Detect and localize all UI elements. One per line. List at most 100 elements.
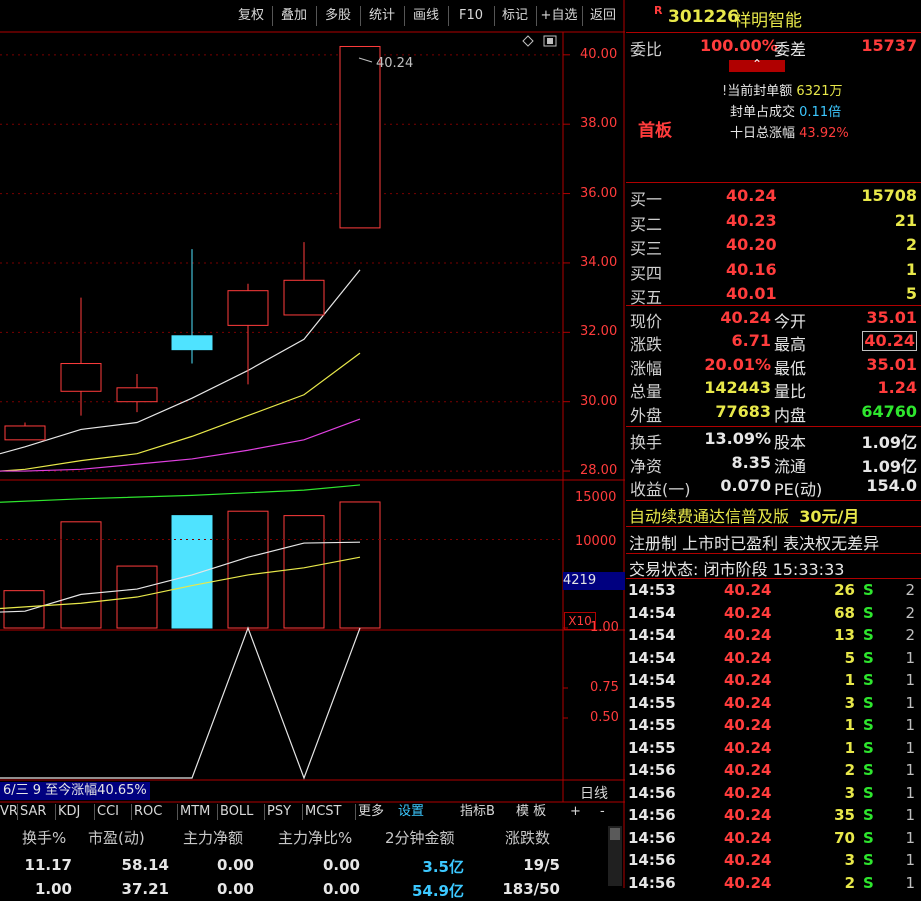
- tick-count: 1: [905, 851, 915, 869]
- quote-label-2: 最低: [774, 358, 807, 378]
- quote-label-2: 最高: [774, 335, 807, 355]
- tick-volume: 26: [834, 581, 855, 599]
- bid-volume: 2: [905, 235, 917, 254]
- quote-value-2: 64760: [861, 401, 917, 421]
- tab-2[interactable]: KDJ: [58, 802, 80, 822]
- quote-label: 涨幅: [630, 358, 663, 378]
- tick-row: 14:56 40.24 2 S 1: [626, 874, 921, 896]
- tick-side: S: [863, 693, 874, 712]
- scroll-up-icon[interactable]: [610, 828, 620, 840]
- tick-time: 14:56: [628, 783, 676, 802]
- weicha-label: 委差: [774, 40, 807, 59]
- bid-row[interactable]: 买三 40.20 2: [626, 235, 921, 258]
- bid-volume: 15708: [861, 186, 917, 205]
- seal-ratio-row: 封单占成交 0.11倍: [730, 105, 842, 120]
- tab-6[interactable]: BOLL: [220, 802, 253, 822]
- chart-canvas[interactable]: 40.24: [0, 0, 625, 888]
- candle-body: [171, 335, 213, 351]
- tick-count: 1: [905, 761, 915, 779]
- stock-name: 祥明智能: [734, 11, 802, 31]
- grid-header[interactable]: 换手%: [22, 827, 66, 848]
- ad-banner[interactable]: 自动续费通达信普及版 30元/月: [629, 503, 859, 527]
- top-toolbar: 复权 叠加 多股 统计 画线 F10 标记 +自选 返回: [0, 0, 625, 32]
- tick-row: 14:56 40.24 3 S 1: [626, 784, 921, 806]
- tab-11[interactable]: 指标B: [460, 802, 495, 822]
- button-duogu[interactable]: 多股: [318, 6, 358, 26]
- tick-volume: 35: [834, 806, 855, 824]
- quote-label: 现价: [630, 312, 663, 331]
- tick-time: 14:55: [628, 716, 676, 734]
- trade-status: 交易状态: 闭市阶段 15:33:33: [629, 560, 845, 579]
- tab-13[interactable]: +: [570, 802, 581, 822]
- button-diejia[interactable]: 叠加: [274, 6, 314, 26]
- volume-bar: [283, 515, 325, 629]
- tick-row: 14:54 40.24 68 S 2: [626, 604, 921, 626]
- fundamental-row: 换手 13.09% 股本 1.09亿: [626, 429, 921, 452]
- bid-row[interactable]: 买四 40.16 1: [626, 260, 921, 283]
- grid-cell: 37.21: [121, 880, 169, 898]
- bid-price: 40.16: [726, 259, 777, 279]
- grid-header[interactable]: 涨跌数: [505, 827, 550, 848]
- button-fanhui[interactable]: 返回: [584, 6, 622, 26]
- grid-header[interactable]: 市盈(动): [88, 827, 145, 848]
- tick-side: S: [863, 828, 874, 847]
- tab-0[interactable]: VR: [0, 802, 18, 822]
- tick-volume: 13: [834, 626, 855, 644]
- tab-1[interactable]: SAR: [20, 802, 46, 822]
- fundamental-value: 0.070: [720, 476, 771, 495]
- button-biaoji[interactable]: 标记: [496, 6, 534, 26]
- tick-count: 1: [905, 783, 915, 802]
- bid-row[interactable]: 买五 40.01 5: [626, 284, 921, 307]
- bid-row[interactable]: 买二 40.23 21: [626, 211, 921, 234]
- button-fuquan[interactable]: 复权: [232, 6, 270, 26]
- tab-10[interactable]: 设置: [398, 802, 424, 822]
- grid-cell: 54.9亿: [411, 882, 464, 900]
- tick-volume: 2: [844, 873, 855, 892]
- quote-panel: R 301226 祥明智能 委比 100.00% 委差 15737 ⌃ 首板 !…: [626, 0, 921, 892]
- tab-8[interactable]: MCST: [305, 802, 342, 822]
- button-tongji[interactable]: 统计: [362, 6, 402, 26]
- tick-time: 14:54: [628, 603, 676, 622]
- tick-side: S: [863, 783, 874, 802]
- price-axis-label: 30.00: [580, 393, 618, 409]
- price-axis-label: 36.00: [580, 185, 618, 201]
- tick-row: 14:56 40.24 2 S 1: [626, 761, 921, 783]
- tab-3[interactable]: CCI: [97, 802, 119, 822]
- period-label[interactable]: 日线: [580, 783, 608, 803]
- tick-side: S: [863, 738, 874, 757]
- button-huaxian[interactable]: 画线: [406, 6, 446, 26]
- tab-7[interactable]: PSY: [267, 802, 291, 822]
- tab-9[interactable]: 更多: [358, 802, 384, 822]
- grid-header[interactable]: 主力净比%: [278, 827, 352, 848]
- diamond-icon[interactable]: [522, 35, 534, 47]
- volume-bar: [339, 501, 381, 629]
- quote-value: 142443: [704, 378, 771, 398]
- grid-scrollbar[interactable]: [608, 826, 622, 886]
- tab-14[interactable]: -: [600, 802, 605, 822]
- indicator-line: [0, 626, 361, 780]
- tab-5[interactable]: MTM: [180, 802, 210, 822]
- tick-price: 40.24: [724, 648, 772, 667]
- button-f10[interactable]: F10: [450, 6, 492, 26]
- kline-chart-area[interactable]: 40.24 40.00 38.00 36.00 34.00 32.00 30.00 28.0…: [0, 0, 625, 888]
- tab-12[interactable]: 模 板: [516, 802, 546, 822]
- fundamental-value: 13.09%: [704, 429, 771, 448]
- volume-bar: [60, 521, 102, 629]
- window-toggle-icon[interactable]: [543, 35, 557, 47]
- tick-price: 40.24: [724, 626, 772, 644]
- bid-row[interactable]: 买一 40.24 15708: [626, 186, 921, 209]
- collapse-button[interactable]: ⌃: [729, 57, 785, 72]
- grid-cell: 3.5亿: [422, 858, 464, 876]
- quote-value: 6.71: [731, 331, 771, 351]
- button-zixuan[interactable]: +自选: [538, 6, 580, 26]
- grid-header[interactable]: 2分钟金额: [385, 827, 455, 848]
- tick-volume: 3: [844, 693, 855, 712]
- tick-row: 14:56 40.24 35 S 1: [626, 806, 921, 828]
- quote-row: 涨跌 6.71 最高 40.24: [626, 331, 921, 354]
- tab-4[interactable]: ROC: [134, 802, 162, 822]
- ma-line-20: [0, 418, 361, 472]
- fundamental-row: 收益(一) 0.070 PE(动) 154.0: [626, 476, 921, 499]
- bid-price: 40.20: [726, 235, 777, 254]
- bid-price: 40.01: [726, 284, 777, 303]
- grid-header[interactable]: 主力净额: [183, 827, 243, 848]
